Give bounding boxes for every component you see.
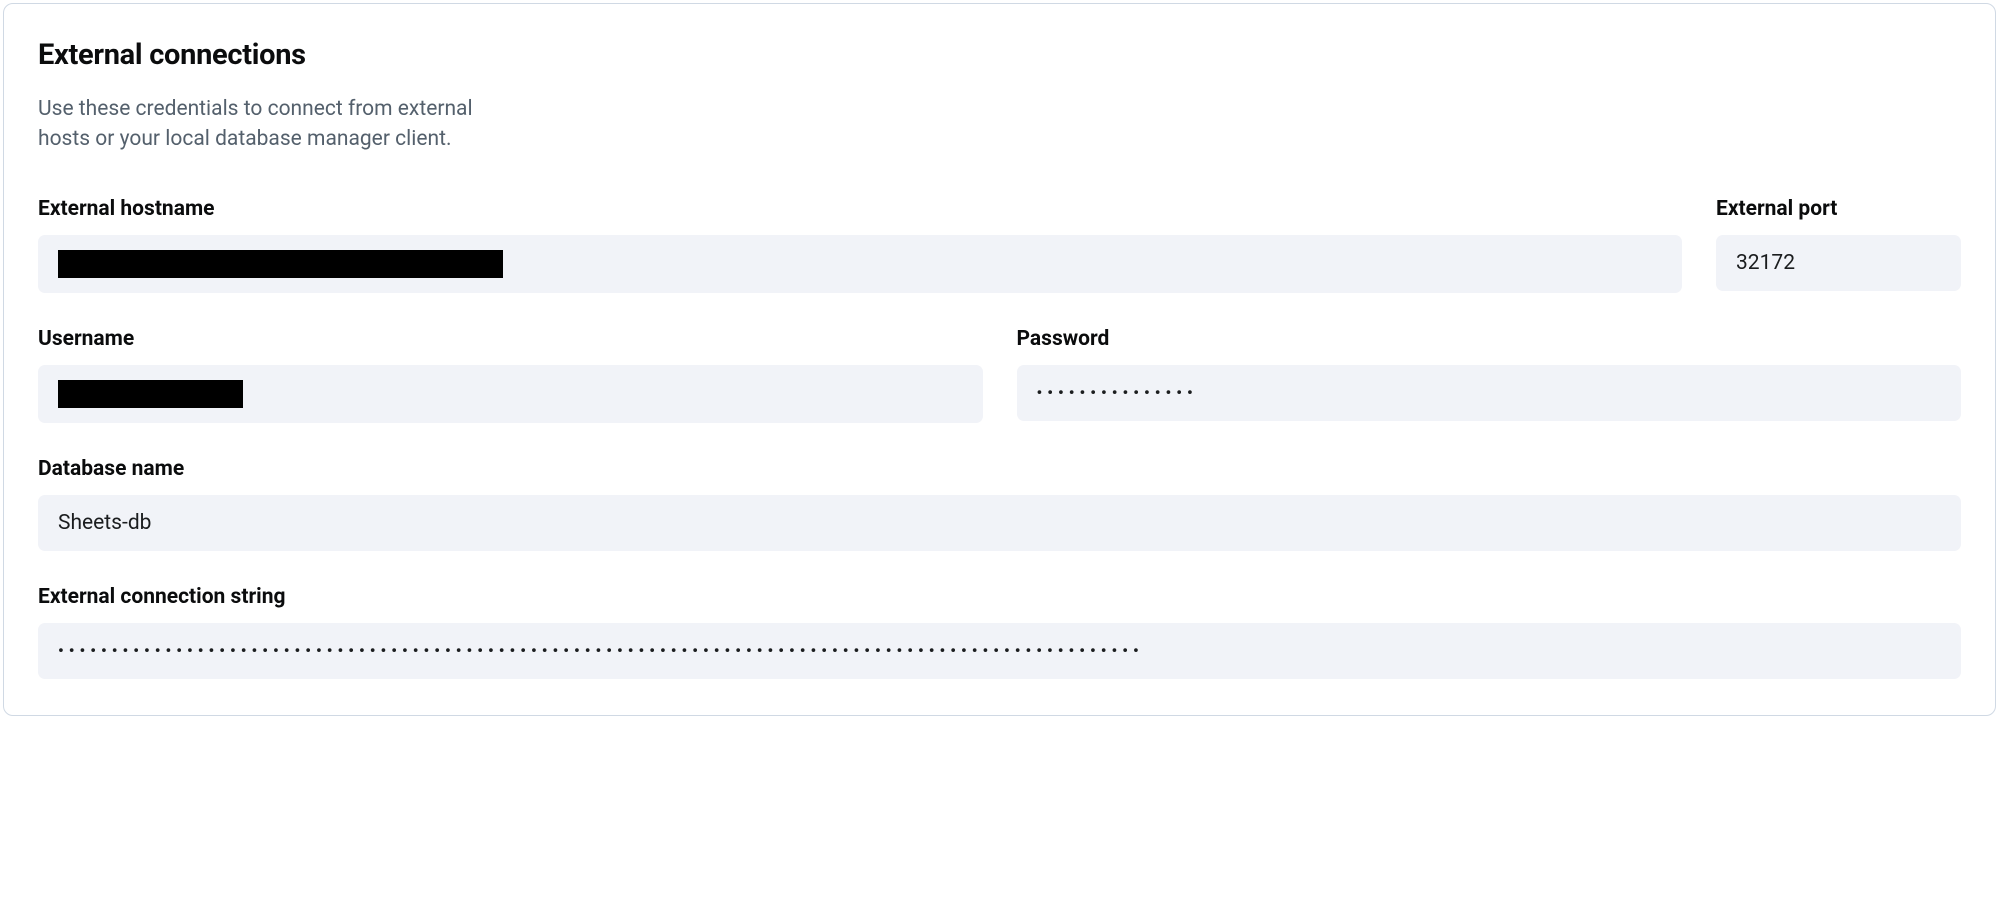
external-connections-panel: External connections Use these credentia… xyxy=(3,3,1996,716)
database-name-value[interactable]: Sheets-db xyxy=(38,495,1961,551)
external-hostname-label: External hostname xyxy=(38,197,1682,221)
field-external-hostname: External hostname xyxy=(38,197,1682,293)
field-external-port: External port 32172 xyxy=(1716,197,1961,293)
panel-description: Use these credentials to connect from ex… xyxy=(38,94,483,155)
external-hostname-value[interactable] xyxy=(38,235,1682,293)
row-connection-string: External connection string •••••••••••••… xyxy=(38,585,1961,679)
row-username-password: Username Password ••••••••••••••• xyxy=(38,327,1961,423)
field-database-name: Database name Sheets-db xyxy=(38,457,1961,551)
username-label: Username xyxy=(38,327,983,351)
field-external-connection-string: External connection string •••••••••••••… xyxy=(38,585,1961,679)
field-username: Username xyxy=(38,327,983,423)
redacted-hostname-bar xyxy=(58,250,503,278)
row-database-name: Database name Sheets-db xyxy=(38,457,1961,551)
username-value[interactable] xyxy=(38,365,983,423)
external-connection-string-label: External connection string xyxy=(38,585,1961,609)
row-hostname-port: External hostname External port 32172 xyxy=(38,197,1961,293)
password-value[interactable]: ••••••••••••••• xyxy=(1017,365,1962,421)
panel-title: External connections xyxy=(38,38,1961,72)
database-name-label: Database name xyxy=(38,457,1961,481)
external-port-label: External port xyxy=(1716,197,1961,221)
external-connection-string-value[interactable]: ••••••••••••••••••••••••••••••••••••••••… xyxy=(38,623,1961,679)
password-label: Password xyxy=(1017,327,1962,351)
field-password: Password ••••••••••••••• xyxy=(1017,327,1962,423)
redacted-username-bar xyxy=(58,380,243,408)
external-port-value[interactable]: 32172 xyxy=(1716,235,1961,291)
